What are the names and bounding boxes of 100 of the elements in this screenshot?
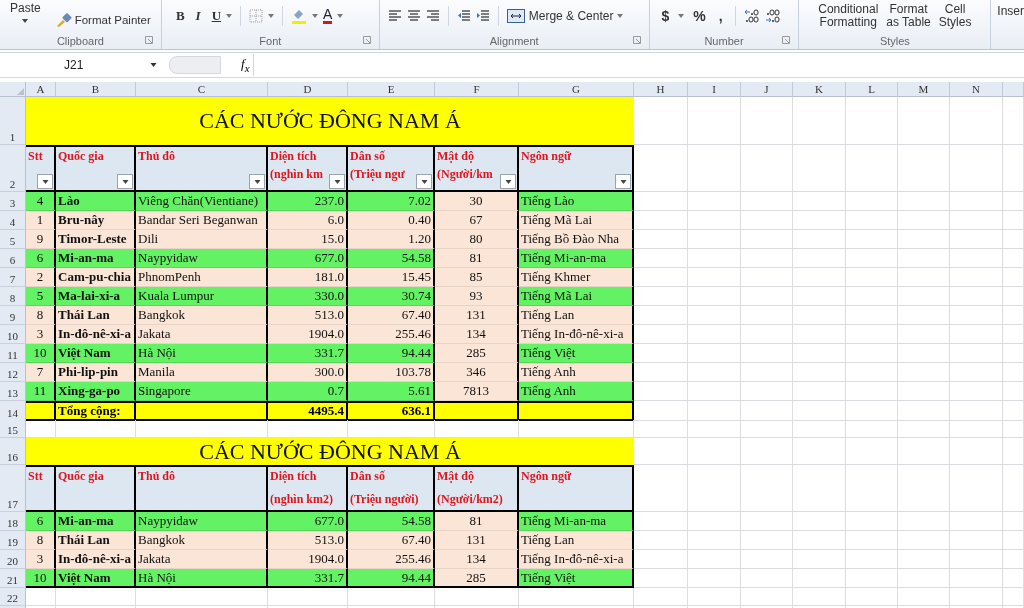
column-header[interactable]: [1003, 82, 1024, 97]
empty-cell[interactable]: [741, 287, 793, 306]
empty-cell[interactable]: [846, 531, 898, 550]
empty-cell[interactable]: [846, 268, 898, 287]
row-header[interactable]: 6: [0, 249, 26, 268]
empty-cell[interactable]: [793, 145, 846, 192]
empty-cell[interactable]: [950, 249, 1003, 268]
select-all-icon[interactable]: [17, 88, 24, 95]
row-header[interactable]: 2: [0, 145, 26, 192]
insert-button[interactable]: Inser: [997, 4, 1024, 18]
currency-button[interactable]: $: [661, 8, 670, 24]
row-header[interactable]: 9: [0, 306, 26, 325]
increase-indent-icon[interactable]: [475, 10, 490, 22]
empty-cell[interactable]: [846, 420, 898, 438]
empty-cell[interactable]: [898, 344, 950, 363]
row-header[interactable]: 22: [0, 588, 26, 606]
row-header[interactable]: 21: [0, 569, 26, 588]
comma-button[interactable]: ,: [718, 8, 723, 24]
empty-cell[interactable]: [741, 550, 793, 569]
align-center-icon[interactable]: [406, 10, 421, 22]
empty-cell[interactable]: [741, 382, 793, 401]
empty-cell[interactable]: [950, 97, 1003, 145]
empty-cell[interactable]: [846, 97, 898, 145]
empty-cell[interactable]: [793, 569, 846, 588]
dialog-launcher-icon[interactable]: [144, 36, 153, 44]
empty-cell[interactable]: [846, 230, 898, 249]
empty-cell[interactable]: [688, 306, 741, 325]
empty-cell[interactable]: [898, 438, 950, 465]
empty-cell[interactable]: [793, 211, 846, 230]
empty-cell[interactable]: [688, 325, 741, 344]
empty-cell[interactable]: [1003, 465, 1024, 512]
empty-cell[interactable]: [741, 344, 793, 363]
empty-cell[interactable]: [1003, 550, 1024, 569]
empty-cell[interactable]: [741, 401, 793, 421]
row-header[interactable]: 10: [0, 325, 26, 344]
empty-cell[interactable]: [898, 465, 950, 512]
empty-cell[interactable]: [793, 344, 846, 363]
empty-cell[interactable]: [741, 531, 793, 550]
empty-cell[interactable]: [950, 438, 1003, 465]
empty-cell[interactable]: [688, 363, 741, 382]
styles-button[interactable]: Conditional Formatting: [818, 3, 879, 29]
empty-cell[interactable]: [793, 325, 846, 344]
empty-cell[interactable]: [741, 465, 793, 512]
empty-cell[interactable]: [950, 588, 1003, 606]
empty-cell[interactable]: [950, 145, 1003, 192]
empty-cell[interactable]: [1003, 145, 1024, 192]
caret-icon[interactable]: [150, 63, 157, 67]
empty-cell[interactable]: [348, 588, 435, 606]
empty-cell[interactable]: [898, 230, 950, 249]
empty-cell[interactable]: [898, 249, 950, 268]
decrease-indent-icon[interactable]: [456, 10, 471, 22]
empty-cell[interactable]: [741, 192, 793, 211]
empty-cell[interactable]: [688, 420, 741, 438]
empty-cell[interactable]: [1003, 344, 1024, 363]
empty-cell[interactable]: [688, 97, 741, 145]
empty-cell[interactable]: [898, 287, 950, 306]
empty-cell[interactable]: [898, 531, 950, 550]
empty-cell[interactable]: [846, 211, 898, 230]
empty-cell[interactable]: [898, 382, 950, 401]
format-painter-button[interactable]: Format Painter: [55, 13, 151, 27]
empty-cell[interactable]: [950, 325, 1003, 344]
empty-cell[interactable]: [793, 306, 846, 325]
empty-cell[interactable]: [634, 588, 688, 606]
empty-cell[interactable]: [793, 420, 846, 438]
align-left-icon[interactable]: [387, 10, 402, 22]
empty-cell[interactable]: [741, 145, 793, 192]
empty-cell[interactable]: [793, 97, 846, 145]
empty-cell[interactable]: [1003, 569, 1024, 588]
empty-cell[interactable]: [950, 382, 1003, 401]
empty-cell[interactable]: [793, 363, 846, 382]
empty-cell[interactable]: [688, 550, 741, 569]
empty-cell[interactable]: [898, 268, 950, 287]
empty-cell[interactable]: [846, 382, 898, 401]
row-header[interactable]: 14: [0, 401, 26, 421]
empty-cell[interactable]: [1003, 97, 1024, 145]
dialog-launcher-icon[interactable]: [632, 36, 641, 44]
name-box[interactable]: J21: [0, 58, 150, 72]
empty-cell[interactable]: [688, 145, 741, 192]
empty-cell[interactable]: [846, 325, 898, 344]
empty-cell[interactable]: [1003, 438, 1024, 465]
row-header[interactable]: 11: [0, 344, 26, 363]
empty-cell[interactable]: [950, 531, 1003, 550]
empty-cell[interactable]: [268, 588, 348, 606]
empty-cell[interactable]: [950, 363, 1003, 382]
empty-cell[interactable]: [950, 465, 1003, 512]
empty-cell[interactable]: [741, 569, 793, 588]
empty-cell[interactable]: [1003, 306, 1024, 325]
empty-cell[interactable]: [741, 249, 793, 268]
empty-cell[interactable]: [1003, 268, 1024, 287]
empty-cell[interactable]: [688, 192, 741, 211]
empty-cell[interactable]: [688, 287, 741, 306]
empty-cell[interactable]: [846, 363, 898, 382]
empty-cell[interactable]: [846, 306, 898, 325]
fill-color-icon[interactable]: [291, 8, 307, 24]
empty-cell[interactable]: [688, 588, 741, 606]
empty-cell[interactable]: [898, 401, 950, 421]
empty-cell[interactable]: [898, 325, 950, 344]
row-header[interactable]: 19: [0, 531, 26, 550]
empty-cell[interactable]: [741, 438, 793, 465]
row-header[interactable]: 12: [0, 363, 26, 382]
